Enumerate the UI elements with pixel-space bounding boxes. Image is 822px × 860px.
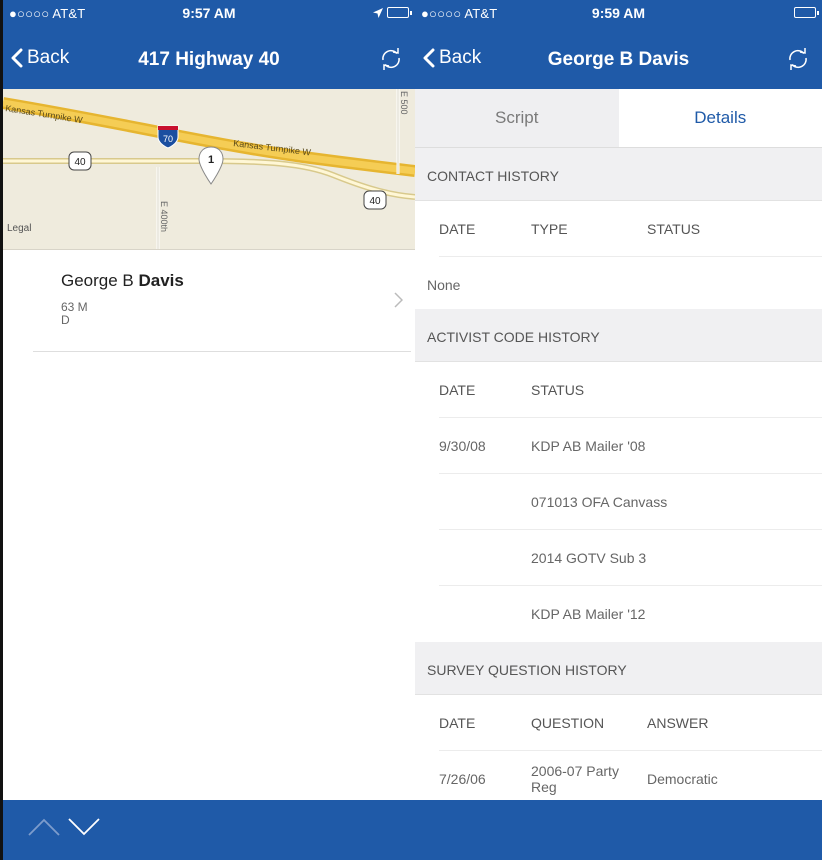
column-header: QUESTION	[531, 715, 605, 731]
contact-name: George B Davis	[61, 271, 184, 291]
empty-row: None	[427, 257, 822, 309]
svg-text:70: 70	[163, 134, 173, 144]
back-button[interactable]: Back	[11, 47, 69, 69]
battery-icon	[387, 7, 412, 18]
table-row: KDP AB Mailer '12	[439, 586, 822, 642]
battery-icon	[794, 7, 819, 18]
table-row: 7/26/06 2006-07 Party Reg Democratic	[439, 751, 822, 800]
bottom-toolbar	[3, 800, 415, 860]
chevron-left-icon	[11, 48, 23, 68]
question-cell: 2006-07 Party Reg	[531, 763, 619, 795]
empty-label: None	[427, 277, 461, 293]
contact-list-item[interactable]: George B Davis 63 M D	[33, 260, 411, 352]
party: D	[61, 313, 70, 327]
map-pin-icon[interactable]: 1	[198, 146, 224, 185]
svg-text:40: 40	[74, 157, 86, 168]
contact-meta: 63 M D	[61, 301, 88, 327]
svg-text:1: 1	[208, 154, 214, 166]
chevron-right-icon	[394, 292, 403, 308]
section-header-activist-code-history: ACTIVIST CODE HISTORY	[415, 309, 822, 362]
table-header-row: DATE TYPE STATUS	[439, 201, 822, 257]
column-header: ANSWER	[647, 715, 709, 731]
column-header: STATUS	[647, 221, 701, 237]
back-label: Back	[27, 47, 70, 68]
status-cell: 071013 OFA Canvass	[531, 494, 668, 510]
nav-bar: Back 417 Highway 40	[3, 27, 415, 89]
status-cell: 2014 GOTV Sub 3	[531, 550, 647, 566]
details-list[interactable]: CONTACT HISTORY DATE TYPE STATUS None AC…	[415, 148, 822, 800]
section-header-contact-history: CONTACT HISTORY	[415, 148, 822, 201]
status-time: 9:59 AM	[591, 5, 646, 21]
column-header: DATE	[439, 382, 476, 398]
chevron-up-icon[interactable]	[27, 816, 61, 838]
interstate-70-shield: 70	[157, 125, 179, 149]
table-header-row: DATE QUESTION ANSWER	[439, 695, 822, 751]
status-bar: ●○○○○ AT&T 9:57 AM	[3, 0, 415, 27]
answer-cell: Democratic	[647, 771, 718, 787]
tab-details[interactable]: Details	[618, 89, 822, 147]
date-cell: 9/30/08	[439, 438, 486, 454]
map-graphic: 70 40 40 Kansas Turnpike W Kansas Turnpi…	[3, 89, 415, 249]
column-header: STATUS	[531, 382, 585, 398]
status-indicators	[794, 7, 819, 18]
refresh-icon	[382, 48, 400, 70]
status-indicators	[373, 7, 412, 18]
column-header: DATE	[439, 715, 476, 731]
refresh-button[interactable]	[786, 47, 810, 76]
back-button[interactable]: Back	[423, 47, 481, 69]
status-cell: KDP AB Mailer '08	[531, 438, 646, 454]
section-header-survey-question-history: SURVEY QUESTION HISTORY	[415, 642, 822, 695]
status-time: 9:57 AM	[182, 5, 236, 21]
last-name: Davis	[138, 271, 184, 290]
svg-text:40: 40	[369, 196, 381, 207]
map-view[interactable]: 70 40 40 Kansas Turnpike W Kansas Turnpi…	[3, 89, 415, 250]
segmented-control: Script Details	[415, 89, 822, 148]
map-legal-link[interactable]: Legal	[7, 223, 31, 234]
first-name: George B	[61, 271, 134, 290]
us-40-shield-left: 40	[68, 151, 92, 171]
column-header: DATE	[439, 221, 476, 237]
chevron-left-icon	[423, 48, 435, 68]
refresh-icon	[789, 48, 807, 70]
tab-script[interactable]: Script	[415, 89, 619, 147]
nav-bar: Back George B Davis	[415, 27, 822, 89]
road-label: E 400th	[159, 201, 169, 232]
us-40-shield-right: 40	[363, 190, 387, 210]
bottom-toolbar	[415, 800, 822, 860]
address-screen: ●○○○○ AT&T 9:57 AM Back 417 Highway 40 7…	[3, 0, 415, 860]
date-cell: 7/26/06	[439, 771, 486, 787]
voter-details-screen: ●○○○○ AT&T 9:59 AM Back George B Davis S…	[415, 0, 822, 860]
table-header-row: DATE STATUS	[439, 362, 822, 418]
refresh-button[interactable]	[379, 47, 403, 76]
table-row: 2014 GOTV Sub 3	[439, 530, 822, 586]
status-cell: KDP AB Mailer '12	[531, 606, 646, 622]
road-label: E 500	[399, 91, 409, 115]
location-arrow-icon	[373, 7, 383, 18]
chevron-down-icon[interactable]	[67, 816, 101, 838]
table-row: 9/30/08 KDP AB Mailer '08	[439, 418, 822, 474]
back-label: Back	[439, 47, 482, 68]
status-bar: ●○○○○ AT&T 9:59 AM	[415, 0, 822, 27]
column-header: TYPE	[531, 221, 568, 237]
table-row: 071013 OFA Canvass	[439, 474, 822, 530]
